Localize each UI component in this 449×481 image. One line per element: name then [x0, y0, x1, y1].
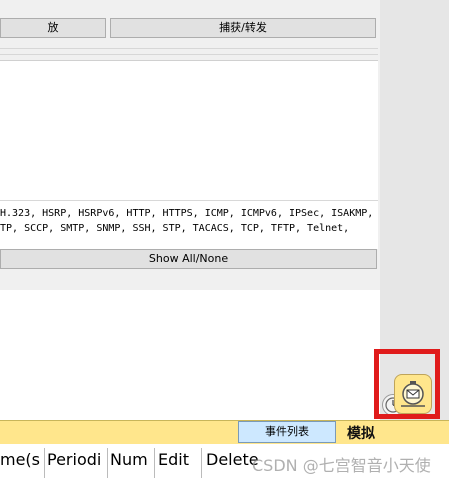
event-display-area — [0, 60, 378, 201]
column-separator — [201, 448, 202, 478]
column-time[interactable]: me(s — [0, 450, 40, 469]
watermark: CSDN @七宫智音小天使 — [252, 456, 431, 475]
event-list-tab[interactable]: 事件列表 — [238, 421, 336, 443]
divider — [0, 48, 378, 49]
column-separator — [154, 448, 155, 478]
filter-footer — [0, 270, 378, 288]
event-filter-list: H.323, HSRP, HSRPv6, HTTP, HTTPS, ICMP, … — [0, 200, 378, 249]
capture-forward-button[interactable]: 捕获/转发 — [110, 18, 376, 38]
column-separator — [44, 448, 45, 478]
play-button[interactable]: 放 — [0, 18, 106, 38]
show-all-none-button[interactable]: Show All/None — [0, 249, 377, 269]
column-separator — [107, 448, 108, 478]
column-num[interactable]: Num — [110, 450, 148, 469]
divider — [0, 54, 378, 55]
mode-bar — [0, 420, 449, 444]
filter-protocols-line-2: TP, SCCP, SMTP, SNMP, SSH, STP, TACACS, … — [0, 223, 350, 234]
highlight-annotation — [374, 349, 440, 419]
column-delete[interactable]: Delete — [206, 450, 259, 469]
filter-protocols-line-1: H.323, HSRP, HSRPv6, HTTP, HTTPS, ICMP, … — [0, 208, 374, 219]
column-periodic[interactable]: Periodi — [47, 450, 101, 469]
column-edit[interactable]: Edit — [158, 450, 189, 469]
simulation-mode-label: 模拟 — [347, 426, 375, 442]
